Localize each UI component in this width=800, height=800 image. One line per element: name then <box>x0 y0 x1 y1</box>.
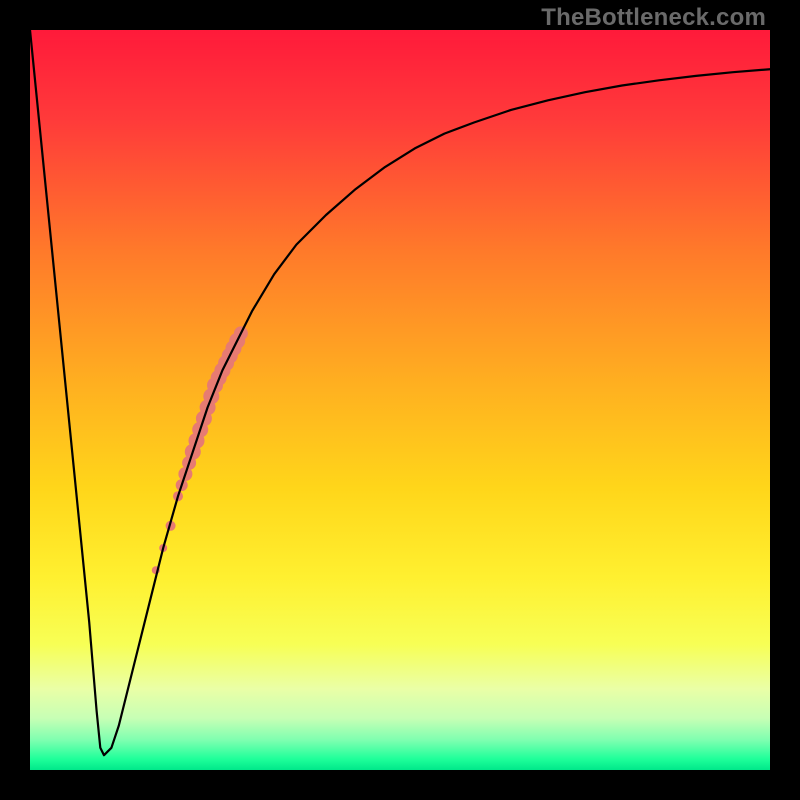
bottleneck-curve <box>30 30 770 755</box>
watermark-text: TheBottleneck.com <box>541 4 766 32</box>
curve-layer <box>30 30 770 770</box>
chart-frame: TheBottleneck.com <box>0 0 800 800</box>
plot-area <box>30 30 770 770</box>
